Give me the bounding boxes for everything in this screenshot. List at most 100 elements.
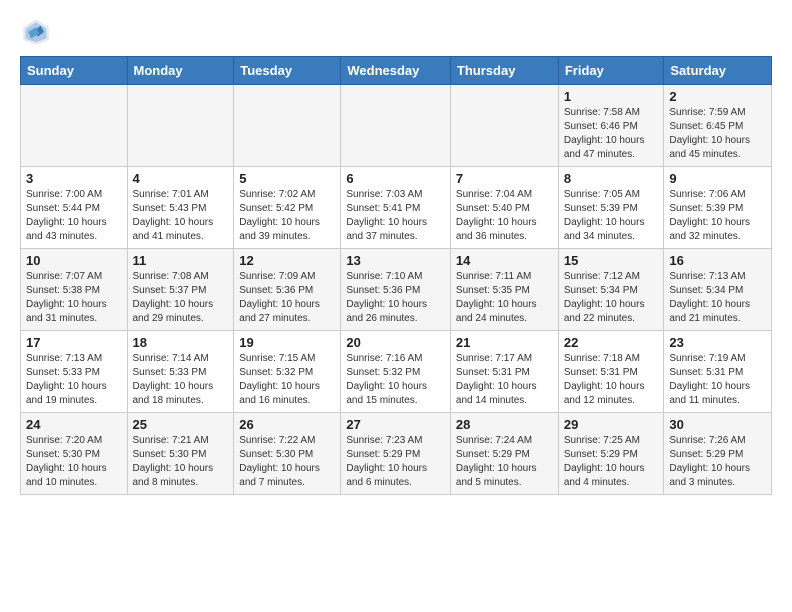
day-info: Sunrise: 7:07 AM Sunset: 5:38 PM Dayligh… (26, 270, 122, 326)
day-cell: 29 Sunrise: 7:25 AM Sunset: 5:29 PM Dayl… (558, 413, 664, 495)
day-cell: 13 Sunrise: 7:10 AM Sunset: 5:36 PM Dayl… (341, 249, 451, 331)
day-info: Sunrise: 7:24 AM Sunset: 5:29 PM Dayligh… (456, 434, 553, 490)
day-cell: 5 Sunrise: 7:02 AM Sunset: 5:42 PM Dayli… (234, 167, 341, 249)
day-cell: 21 Sunrise: 7:17 AM Sunset: 5:31 PM Dayl… (450, 331, 558, 413)
day-number: 9 (669, 171, 766, 186)
day-info: Sunrise: 7:10 AM Sunset: 5:36 PM Dayligh… (346, 270, 445, 326)
day-info: Sunrise: 7:01 AM Sunset: 5:43 PM Dayligh… (133, 188, 229, 244)
day-info: Sunrise: 7:25 AM Sunset: 5:29 PM Dayligh… (564, 434, 659, 490)
day-number: 6 (346, 171, 445, 186)
day-cell: 7 Sunrise: 7:04 AM Sunset: 5:40 PM Dayli… (450, 167, 558, 249)
day-info: Sunrise: 7:21 AM Sunset: 5:30 PM Dayligh… (133, 434, 229, 490)
day-info: Sunrise: 7:17 AM Sunset: 5:31 PM Dayligh… (456, 352, 553, 408)
day-number: 29 (564, 417, 659, 432)
day-info: Sunrise: 7:05 AM Sunset: 5:39 PM Dayligh… (564, 188, 659, 244)
day-info: Sunrise: 7:12 AM Sunset: 5:34 PM Dayligh… (564, 270, 659, 326)
day-cell: 6 Sunrise: 7:03 AM Sunset: 5:41 PM Dayli… (341, 167, 451, 249)
day-number: 21 (456, 335, 553, 350)
day-info: Sunrise: 7:02 AM Sunset: 5:42 PM Dayligh… (239, 188, 335, 244)
day-cell (341, 85, 451, 167)
day-info: Sunrise: 7:06 AM Sunset: 5:39 PM Dayligh… (669, 188, 766, 244)
day-info: Sunrise: 7:00 AM Sunset: 5:44 PM Dayligh… (26, 188, 122, 244)
day-info: Sunrise: 7:19 AM Sunset: 5:31 PM Dayligh… (669, 352, 766, 408)
day-cell (21, 85, 128, 167)
day-number: 25 (133, 417, 229, 432)
day-cell: 15 Sunrise: 7:12 AM Sunset: 5:34 PM Dayl… (558, 249, 664, 331)
day-cell: 28 Sunrise: 7:24 AM Sunset: 5:29 PM Dayl… (450, 413, 558, 495)
day-cell: 9 Sunrise: 7:06 AM Sunset: 5:39 PM Dayli… (664, 167, 772, 249)
day-number: 5 (239, 171, 335, 186)
week-row-5: 24 Sunrise: 7:20 AM Sunset: 5:30 PM Dayl… (21, 413, 772, 495)
day-info: Sunrise: 7:26 AM Sunset: 5:29 PM Dayligh… (669, 434, 766, 490)
day-info: Sunrise: 7:03 AM Sunset: 5:41 PM Dayligh… (346, 188, 445, 244)
day-number: 27 (346, 417, 445, 432)
day-info: Sunrise: 7:59 AM Sunset: 6:45 PM Dayligh… (669, 106, 766, 162)
day-cell: 10 Sunrise: 7:07 AM Sunset: 5:38 PM Dayl… (21, 249, 128, 331)
day-cell: 25 Sunrise: 7:21 AM Sunset: 5:30 PM Dayl… (127, 413, 234, 495)
day-cell: 26 Sunrise: 7:22 AM Sunset: 5:30 PM Dayl… (234, 413, 341, 495)
day-number: 13 (346, 253, 445, 268)
day-number: 12 (239, 253, 335, 268)
day-number: 20 (346, 335, 445, 350)
day-cell: 14 Sunrise: 7:11 AM Sunset: 5:35 PM Dayl… (450, 249, 558, 331)
day-number: 24 (26, 417, 122, 432)
day-number: 1 (564, 89, 659, 104)
day-info: Sunrise: 7:18 AM Sunset: 5:31 PM Dayligh… (564, 352, 659, 408)
day-cell: 27 Sunrise: 7:23 AM Sunset: 5:29 PM Dayl… (341, 413, 451, 495)
day-number: 28 (456, 417, 553, 432)
day-info: Sunrise: 7:08 AM Sunset: 5:37 PM Dayligh… (133, 270, 229, 326)
day-cell (234, 85, 341, 167)
day-cell: 16 Sunrise: 7:13 AM Sunset: 5:34 PM Dayl… (664, 249, 772, 331)
day-info: Sunrise: 7:58 AM Sunset: 6:46 PM Dayligh… (564, 106, 659, 162)
day-info: Sunrise: 7:13 AM Sunset: 5:34 PM Dayligh… (669, 270, 766, 326)
day-number: 11 (133, 253, 229, 268)
day-cell: 19 Sunrise: 7:15 AM Sunset: 5:32 PM Dayl… (234, 331, 341, 413)
day-cell: 23 Sunrise: 7:19 AM Sunset: 5:31 PM Dayl… (664, 331, 772, 413)
day-number: 18 (133, 335, 229, 350)
day-info: Sunrise: 7:20 AM Sunset: 5:30 PM Dayligh… (26, 434, 122, 490)
day-info: Sunrise: 7:16 AM Sunset: 5:32 PM Dayligh… (346, 352, 445, 408)
day-number: 4 (133, 171, 229, 186)
col-header-saturday: Saturday (664, 57, 772, 85)
day-cell: 18 Sunrise: 7:14 AM Sunset: 5:33 PM Dayl… (127, 331, 234, 413)
week-row-4: 17 Sunrise: 7:13 AM Sunset: 5:33 PM Dayl… (21, 331, 772, 413)
day-cell: 17 Sunrise: 7:13 AM Sunset: 5:33 PM Dayl… (21, 331, 128, 413)
calendar-table: SundayMondayTuesdayWednesdayThursdayFrid… (20, 56, 772, 495)
col-header-sunday: Sunday (21, 57, 128, 85)
day-cell: 12 Sunrise: 7:09 AM Sunset: 5:36 PM Dayl… (234, 249, 341, 331)
day-number: 3 (26, 171, 122, 186)
day-number: 15 (564, 253, 659, 268)
day-info: Sunrise: 7:11 AM Sunset: 5:35 PM Dayligh… (456, 270, 553, 326)
day-number: 23 (669, 335, 766, 350)
day-cell: 1 Sunrise: 7:58 AM Sunset: 6:46 PM Dayli… (558, 85, 664, 167)
col-header-tuesday: Tuesday (234, 57, 341, 85)
day-cell: 8 Sunrise: 7:05 AM Sunset: 5:39 PM Dayli… (558, 167, 664, 249)
header-row (20, 16, 772, 48)
day-info: Sunrise: 7:22 AM Sunset: 5:30 PM Dayligh… (239, 434, 335, 490)
logo-icon (20, 16, 52, 48)
day-number: 7 (456, 171, 553, 186)
day-cell: 11 Sunrise: 7:08 AM Sunset: 5:37 PM Dayl… (127, 249, 234, 331)
day-info: Sunrise: 7:15 AM Sunset: 5:32 PM Dayligh… (239, 352, 335, 408)
week-row-2: 3 Sunrise: 7:00 AM Sunset: 5:44 PM Dayli… (21, 167, 772, 249)
col-header-monday: Monday (127, 57, 234, 85)
page: SundayMondayTuesdayWednesdayThursdayFrid… (0, 0, 792, 511)
day-info: Sunrise: 7:09 AM Sunset: 5:36 PM Dayligh… (239, 270, 335, 326)
col-header-wednesday: Wednesday (341, 57, 451, 85)
day-info: Sunrise: 7:13 AM Sunset: 5:33 PM Dayligh… (26, 352, 122, 408)
week-row-3: 10 Sunrise: 7:07 AM Sunset: 5:38 PM Dayl… (21, 249, 772, 331)
day-info: Sunrise: 7:14 AM Sunset: 5:33 PM Dayligh… (133, 352, 229, 408)
day-cell: 30 Sunrise: 7:26 AM Sunset: 5:29 PM Dayl… (664, 413, 772, 495)
day-cell: 24 Sunrise: 7:20 AM Sunset: 5:30 PM Dayl… (21, 413, 128, 495)
day-cell: 2 Sunrise: 7:59 AM Sunset: 6:45 PM Dayli… (664, 85, 772, 167)
day-number: 8 (564, 171, 659, 186)
day-number: 19 (239, 335, 335, 350)
day-cell: 20 Sunrise: 7:16 AM Sunset: 5:32 PM Dayl… (341, 331, 451, 413)
day-number: 22 (564, 335, 659, 350)
col-header-friday: Friday (558, 57, 664, 85)
day-info: Sunrise: 7:23 AM Sunset: 5:29 PM Dayligh… (346, 434, 445, 490)
header-row-days: SundayMondayTuesdayWednesdayThursdayFrid… (21, 57, 772, 85)
week-row-1: 1 Sunrise: 7:58 AM Sunset: 6:46 PM Dayli… (21, 85, 772, 167)
day-cell (450, 85, 558, 167)
day-number: 2 (669, 89, 766, 104)
